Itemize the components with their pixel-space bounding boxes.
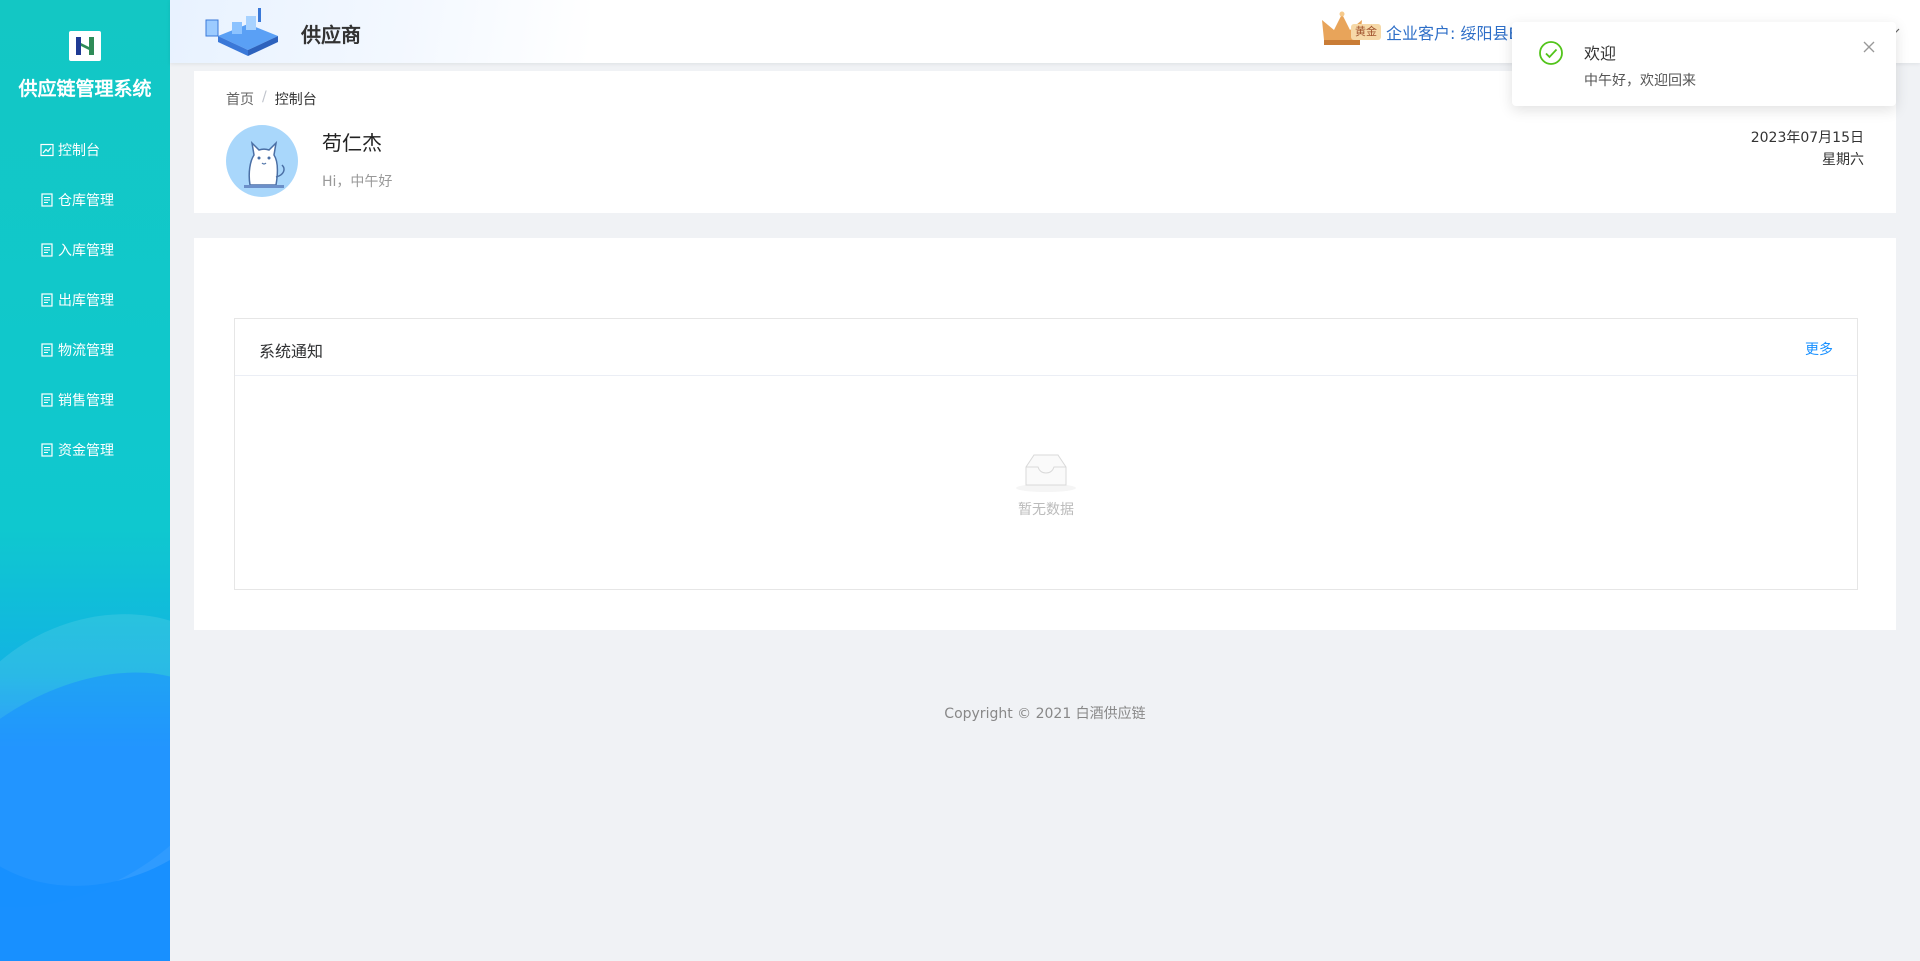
notice-title: 系统通知 xyxy=(259,342,324,361)
document-icon xyxy=(40,393,54,407)
document-icon xyxy=(40,343,54,357)
close-icon[interactable] xyxy=(1862,40,1876,54)
sidebar-item-label: 出库管理 xyxy=(58,293,114,309)
success-check-icon xyxy=(1539,41,1563,65)
company-name[interactable]: 企业客户: 绥阳县B xyxy=(1386,20,1519,44)
sidebar-item-dashboard[interactable]: 控制台 xyxy=(0,125,170,175)
system-title: 供应链管理系统 xyxy=(18,78,152,100)
avatar xyxy=(226,125,298,197)
cat-avatar-icon xyxy=(244,140,285,188)
footer-copyright: Copyright © 2021 白酒供应链 xyxy=(944,706,1146,722)
dashboard-icon xyxy=(40,143,54,157)
sidebar-item-label: 控制台 xyxy=(58,143,100,159)
sidebar-item-warehouse[interactable]: 仓库管理 xyxy=(0,175,170,225)
sidebar-item-label: 入库管理 xyxy=(58,243,114,259)
sidebar-item-label: 仓库管理 xyxy=(58,193,114,209)
breadcrumb: 首页 / 控制台 xyxy=(226,89,317,109)
main-card: 系统通知 更多 暂无数据 xyxy=(194,238,1896,630)
supplier-illustration-icon xyxy=(205,8,278,56)
sidebar: 供应链管理系统 控制台 仓库管理 入库管理 出库管理 物流管理 销售管理 资金管… xyxy=(0,0,170,961)
sidebar-item-funds[interactable]: 资金管理 xyxy=(0,425,170,475)
breadcrumb-separator: / xyxy=(262,89,267,105)
empty-state: 暂无数据 xyxy=(235,391,1857,519)
sidebar-item-sales[interactable]: 销售管理 xyxy=(0,375,170,425)
username: 苟仁杰 xyxy=(322,131,382,155)
sidebar-item-outbound[interactable]: 出库管理 xyxy=(0,275,170,325)
system-notice-panel: 系统通知 更多 暂无数据 xyxy=(234,318,1858,590)
tier-badge: 黄金 xyxy=(1351,24,1381,40)
header-role-title: 供应商 xyxy=(301,23,361,47)
sidebar-item-logistics[interactable]: 物流管理 xyxy=(0,325,170,375)
notification-message: 中午好，欢迎回来 xyxy=(1584,73,1696,89)
document-icon xyxy=(40,443,54,457)
sidebar-item-label: 销售管理 xyxy=(58,393,114,409)
notice-panel-header: 系统通知 更多 xyxy=(235,319,1857,376)
sidebar-item-label: 物流管理 xyxy=(58,343,114,359)
document-icon xyxy=(40,293,54,307)
document-icon xyxy=(40,193,54,207)
greeting-text: Hi，中午好 xyxy=(322,174,393,190)
empty-inbox-icon xyxy=(1016,454,1076,492)
welcome-notification: 欢迎 中午好，欢迎回来 xyxy=(1512,22,1896,106)
current-date: 2023年07月15日 xyxy=(1750,130,1864,146)
logo-icon xyxy=(76,37,94,55)
breadcrumb-current: 控制台 xyxy=(274,92,317,108)
sidebar-menu: 控制台 仓库管理 入库管理 出库管理 物流管理 销售管理 资金管理 xyxy=(0,125,170,475)
sidebar-item-inbound[interactable]: 入库管理 xyxy=(0,225,170,275)
current-weekday: 星期六 xyxy=(1822,152,1864,168)
sidebar-item-label: 资金管理 xyxy=(58,443,114,459)
empty-text: 暂无数据 xyxy=(1018,502,1074,518)
breadcrumb-home[interactable]: 首页 xyxy=(226,89,254,109)
document-icon xyxy=(40,243,54,257)
logo xyxy=(69,31,101,61)
notification-title: 欢迎 xyxy=(1584,44,1617,63)
more-link[interactable]: 更多 xyxy=(1805,339,1833,359)
